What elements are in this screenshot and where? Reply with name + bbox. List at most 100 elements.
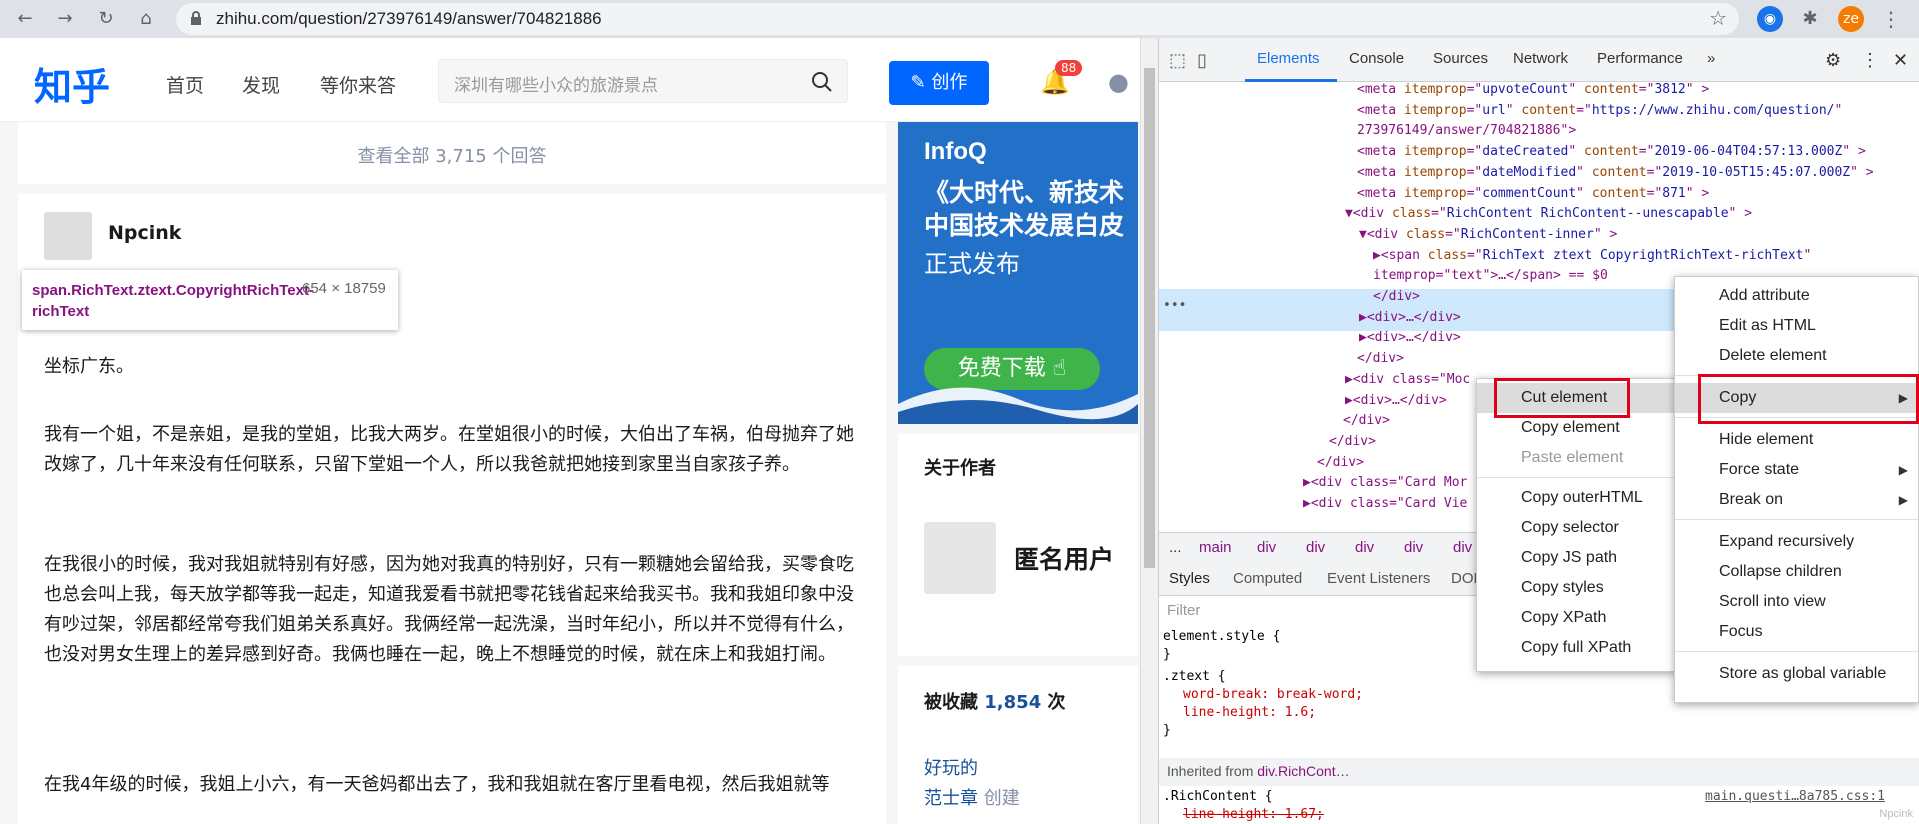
ellipsis-icon[interactable]: ••• [1163, 296, 1186, 317]
highlight-box [1494, 378, 1630, 418]
breadcrumb-item[interactable]: div [1355, 539, 1374, 556]
menu-item-focus[interactable]: Focus [1675, 617, 1918, 647]
menu-item-hide-element[interactable]: Hide element [1675, 425, 1918, 455]
menu-item-break-on[interactable]: Break on ▶ [1675, 485, 1918, 515]
menu-item-copy-xpath[interactable]: Copy XPath [1477, 603, 1675, 633]
style-declaration[interactable]: line-height: 1.6; [1183, 704, 1316, 722]
author-name[interactable]: Npcink [108, 222, 181, 244]
menu-item-copy-selector[interactable]: Copy selector [1477, 513, 1675, 543]
style-declaration[interactable]: line-height: 1.67; [1183, 806, 1324, 824]
menu-item-copy-outerhtml[interactable]: Copy outerHTML [1477, 483, 1675, 513]
dom-node-line[interactable]: itemprop="text">…</span> == $0 [1373, 266, 1608, 287]
menu-item-store-global[interactable]: Store as global variable [1675, 659, 1918, 689]
about-author-card: 关于作者 匿名用户 [898, 434, 1138, 656]
inspect-icon[interactable]: ⬚ [1169, 50, 1186, 71]
dom-node-line[interactable]: ▶<div class="Card Vie [1303, 494, 1467, 515]
tab-sources[interactable]: Sources [1433, 50, 1488, 67]
dom-node-line[interactable]: ▼<div class="RichContent RichContent--un… [1345, 204, 1752, 225]
page-scrollbar[interactable] [1140, 38, 1158, 824]
back-icon[interactable]: ← [12, 6, 38, 32]
nav-home[interactable]: 首页 [166, 71, 204, 98]
device-toggle-icon[interactable]: ▯ [1197, 50, 1207, 71]
menu-item-copy-full-xpath[interactable]: Copy full XPath [1477, 633, 1675, 663]
style-declaration[interactable]: word-break: break-word; [1183, 686, 1363, 704]
dom-node-line[interactable]: <meta itemprop="dateCreated" content="20… [1357, 142, 1866, 163]
breadcrumb-item[interactable]: ... [1169, 539, 1182, 556]
answer-paragraph: 在我4年级的时候，我姐上小六，有一天爸妈都出去了，我和我姐就在客厅里看电视，然后… [44, 774, 830, 795]
view-all-link[interactable]: 查看全部 3,715 个回答 [18, 142, 886, 168]
menu-item-expand-recursively[interactable]: Expand recursively [1675, 527, 1918, 557]
extension-icon[interactable]: ◉ [1757, 6, 1783, 32]
devtools-menu-icon[interactable]: ⋮ [1861, 50, 1879, 71]
menu-dots-icon[interactable]: ⋮ [1878, 6, 1904, 32]
breadcrumb-item[interactable]: div [1404, 539, 1423, 556]
nav-waiting[interactable]: 等你来答 [320, 71, 396, 98]
breadcrumb-item[interactable]: div [1453, 539, 1472, 556]
zhihu-logo[interactable]: 知乎 [34, 56, 110, 111]
answer-paragraph: 我有一个姐，不是亲姐，是我的堂姐，比我大两岁。在堂姐很小的时候，大伯出了车祸，伯… [44, 424, 854, 475]
tab-performance[interactable]: Performance [1597, 50, 1683, 67]
dom-node-line[interactable]: ▶<div>…</div> [1359, 308, 1461, 329]
menu-item-copy-js-path[interactable]: Copy JS path [1477, 543, 1675, 573]
view-all-card: 查看全部 3,715 个回答 [18, 122, 886, 184]
bookmark-star-icon[interactable]: ☆ [1709, 6, 1727, 30]
profile-avatar[interactable]: ze [1838, 6, 1864, 32]
dom-node-line[interactable]: <meta itemprop="dateModified" content="2… [1357, 163, 1874, 184]
dom-node-line[interactable]: <meta itemprop="upvoteCount" content="38… [1357, 82, 1709, 101]
dom-node-line[interactable]: </div> [1357, 349, 1404, 370]
dom-node-line[interactable]: ▶<div class="Card Mor [1303, 473, 1467, 494]
puzzle-icon[interactable]: ✱ [1797, 6, 1823, 32]
tab-styles[interactable]: Styles [1169, 570, 1210, 587]
address-bar[interactable]: zhihu.com/question/273976149/answer/7048… [176, 3, 1739, 35]
dom-node-line[interactable]: <meta itemprop="url" content="https://ww… [1357, 101, 1850, 122]
pencil-icon: ✎ [910, 72, 932, 93]
dom-node-line[interactable]: ▶<div class="Moc [1345, 370, 1470, 391]
more-tabs-icon[interactable]: » [1707, 50, 1715, 67]
style-rule-close: } [1163, 647, 1171, 662]
dom-node-line[interactable]: ▶<div>…</div> [1345, 391, 1447, 412]
close-icon[interactable]: ✕ [1893, 50, 1908, 71]
breadcrumb-item[interactable]: div [1257, 539, 1276, 556]
tab-event-listeners[interactable]: Event Listeners [1327, 570, 1430, 587]
dom-node-line[interactable]: </div> [1317, 453, 1364, 474]
ad-banner[interactable]: InfoQ 《大时代、新技术 中国技术发展白皮 正式发布 免费下载 ☝ [898, 122, 1138, 424]
menu-item-force-state[interactable]: Force state ▶ [1675, 455, 1918, 485]
search-input[interactable]: 深圳有哪些小众的旅游景点 [438, 59, 848, 103]
home-icon[interactable]: ⌂ [133, 6, 159, 32]
dom-node-line[interactable]: </div> [1329, 432, 1376, 453]
menu-item-copy-styles[interactable]: Copy styles [1477, 573, 1675, 603]
chat-icon[interactable]: ● [1108, 68, 1129, 96]
dom-node-line[interactable]: ▼<div class="RichContent-inner" > [1359, 225, 1617, 246]
dom-node-line[interactable]: <meta itemprop="commentCount" content="8… [1357, 184, 1709, 205]
reload-icon[interactable]: ↻ [93, 6, 119, 32]
collection-link[interactable]: 好玩的 [924, 754, 978, 780]
menu-item-scroll-into-view[interactable]: Scroll into view [1675, 587, 1918, 617]
dom-node-line[interactable]: ▶<span class="RichText ztext CopyrightRi… [1373, 246, 1819, 267]
create-button[interactable]: ✎ 创作 [889, 61, 989, 105]
avatar[interactable] [44, 212, 92, 260]
tab-console[interactable]: Console [1349, 50, 1404, 67]
menu-item-collapse-children[interactable]: Collapse children [1675, 557, 1918, 587]
dom-node-line[interactable]: 273976149/answer/704821886"> [1357, 121, 1576, 142]
tab-elements[interactable]: Elements [1257, 50, 1320, 67]
nav-discover[interactable]: 发现 [242, 71, 280, 98]
breadcrumb-item[interactable]: div [1306, 539, 1325, 556]
menu-item-delete-element[interactable]: Delete element [1675, 341, 1918, 371]
inherited-link[interactable]: div.RichCont… [1257, 763, 1349, 779]
dom-node-line[interactable]: </div> [1343, 411, 1390, 432]
settings-icon[interactable]: ⚙ [1825, 50, 1841, 71]
styles-filter-input[interactable]: Filter [1167, 602, 1200, 619]
tab-network[interactable]: Network [1513, 50, 1568, 67]
scrollbar-thumb[interactable] [1144, 68, 1155, 568]
breadcrumb-item[interactable]: main [1199, 539, 1232, 556]
dom-node-line[interactable]: </div> [1373, 287, 1420, 308]
dom-node-line[interactable]: ▶<div>…</div> [1359, 328, 1461, 349]
css-source-link[interactable]: main.questi…8a785.css:1 [1705, 788, 1885, 806]
forward-icon[interactable]: → [52, 6, 78, 32]
owner-link[interactable]: 范士章 [924, 788, 978, 809]
tab-computed[interactable]: Computed [1233, 570, 1302, 587]
search-icon[interactable] [811, 71, 833, 93]
menu-item-add-attribute[interactable]: Add attribute [1675, 281, 1918, 311]
inherited-label: Inherited from [1167, 763, 1254, 779]
menu-item-edit-html[interactable]: Edit as HTML [1675, 311, 1918, 341]
